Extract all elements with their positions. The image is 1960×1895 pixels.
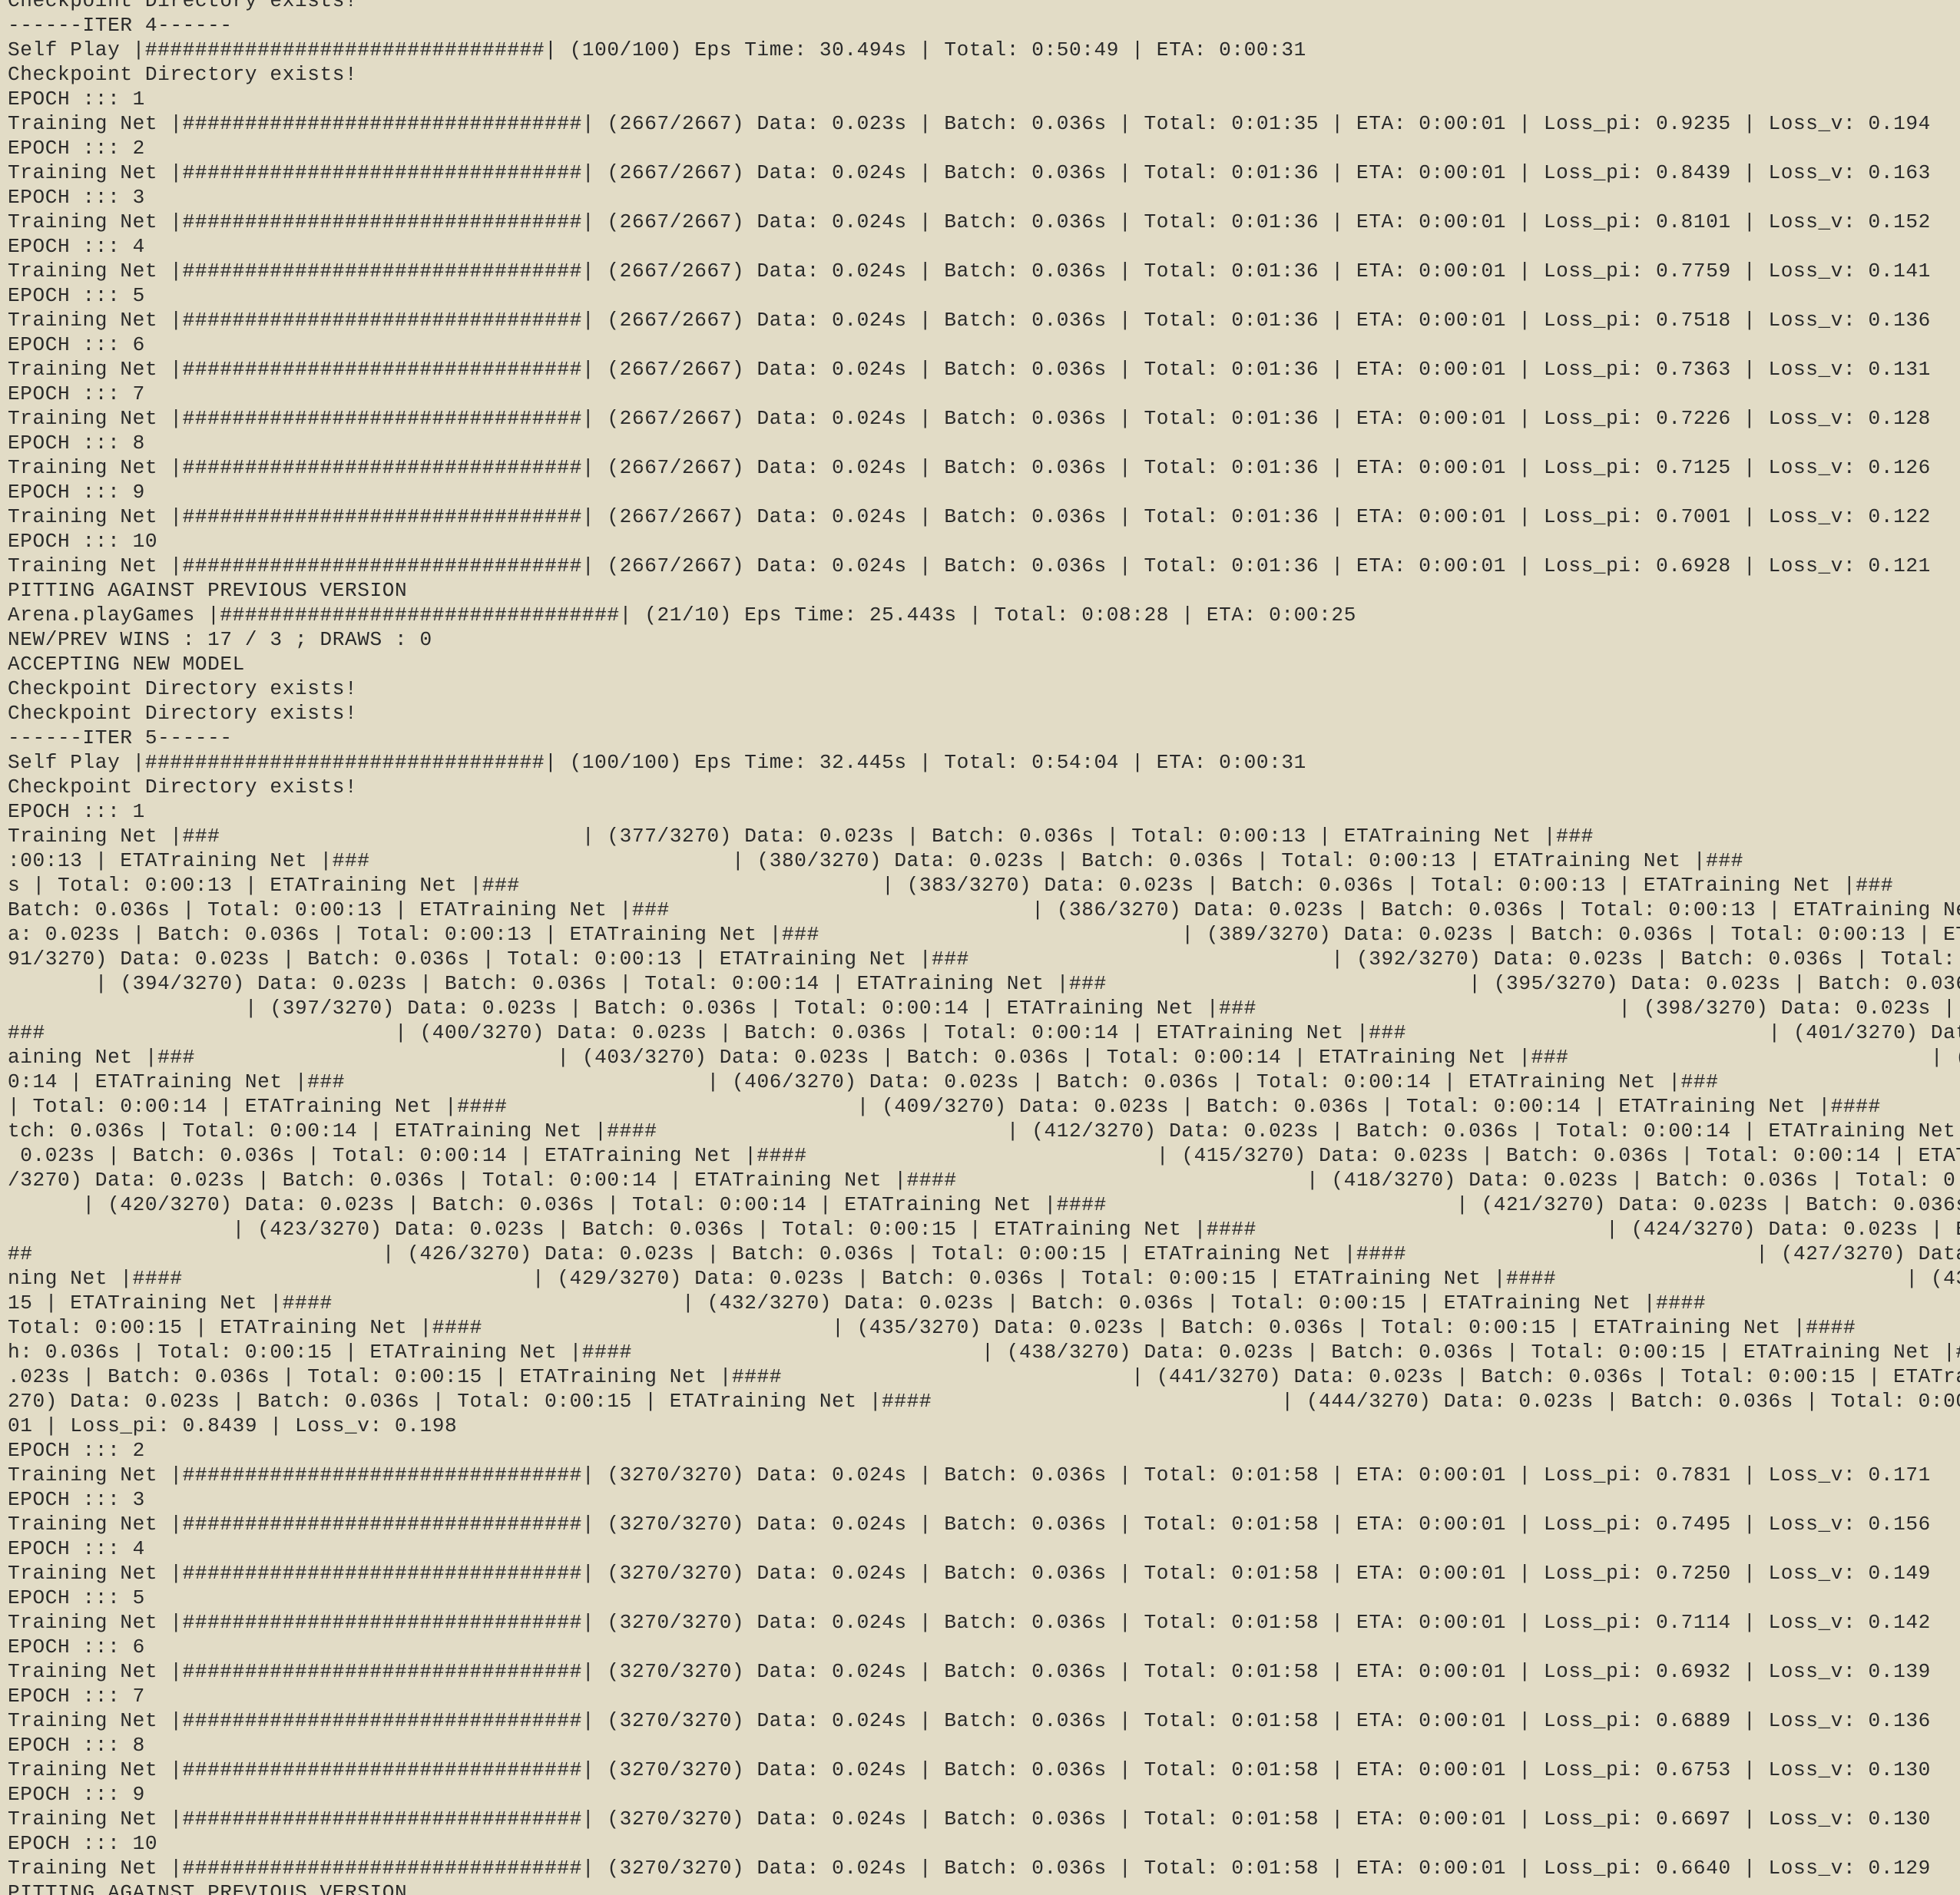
terminal-line: | (397/3270) Data: 0.023s | Batch: 0.036…: [8, 997, 1960, 1020]
terminal-line: EPOCH ::: 6: [8, 1635, 145, 1659]
terminal-line: Arena.playGames |#######################…: [8, 604, 1356, 627]
terminal-line: Training Net |##########################…: [8, 1807, 1931, 1831]
terminal-line: EPOCH ::: 1: [8, 88, 145, 111]
terminal-line: ------ITER 4------: [8, 14, 233, 37]
terminal-line: Training Net |##########################…: [8, 1660, 1931, 1683]
terminal-line: PITTING AGAINST PREVIOUS VERSION: [8, 1881, 408, 1895]
terminal-line: Batch: 0.036s | Total: 0:00:13 | ETATrai…: [8, 898, 1960, 921]
terminal-line: :00:13 | ETATraining Net |### | (380/327…: [8, 849, 1743, 872]
terminal-line: PITTING AGAINST PREVIOUS VERSION: [8, 579, 408, 602]
terminal-line: Training Net |##########################…: [8, 456, 1931, 479]
terminal-line: tch: 0.036s | Total: 0:00:14 | ETATraini…: [8, 1119, 1960, 1143]
terminal-line: | Total: 0:00:14 | ETATraining Net |####…: [8, 1095, 1881, 1118]
terminal-line: Training Net |##########################…: [8, 505, 1931, 528]
terminal-line: EPOCH ::: 8: [8, 432, 145, 455]
terminal-line: 15 | ETATraining Net |#### | (432/3270) …: [8, 1291, 1707, 1315]
terminal-line: Training Net |##########################…: [8, 407, 1931, 430]
terminal-line: | (423/3270) Data: 0.023s | Batch: 0.036…: [8, 1218, 1960, 1241]
terminal-line: Training Net |##########################…: [8, 1513, 1931, 1536]
terminal-line: EPOCH ::: 10: [8, 1832, 158, 1855]
terminal-line: EPOCH ::: 2: [8, 137, 145, 160]
terminal-line: ### | (400/3270) Data: 0.023s | Batch: 0…: [8, 1021, 1960, 1044]
terminal-line: Training Net |##########################…: [8, 112, 1931, 135]
terminal-line: Checkpoint Directory exists!: [8, 0, 358, 12]
terminal-line: aining Net |### | (403/3270) Data: 0.023…: [8, 1046, 1960, 1069]
terminal-line: ------ITER 5------: [8, 726, 233, 749]
terminal-line: Training Net |##########################…: [8, 1758, 1931, 1781]
terminal-line: 0.023s | Batch: 0.036s | Total: 0:00:14 …: [8, 1144, 1960, 1167]
terminal-line: EPOCH ::: 4: [8, 1537, 145, 1560]
terminal-line: /3270) Data: 0.023s | Batch: 0.036s | To…: [8, 1169, 1960, 1192]
terminal-line: Checkpoint Directory exists!: [8, 677, 358, 700]
terminal-line: Training Net |##########################…: [8, 554, 1931, 577]
terminal-line: EPOCH ::: 7: [8, 1685, 145, 1708]
terminal-line: ning Net |#### | (429/3270) Data: 0.023s…: [8, 1267, 1960, 1290]
terminal-line: EPOCH ::: 2: [8, 1439, 145, 1462]
terminal-line: a: 0.023s | Batch: 0.036s | Total: 0:00:…: [8, 923, 1960, 946]
terminal-line: EPOCH ::: 4: [8, 235, 145, 258]
terminal-line: Total: 0:00:15 | ETATraining Net |#### |…: [8, 1316, 1856, 1339]
terminal-line: Checkpoint Directory exists!: [8, 702, 358, 725]
terminal-line: Training Net |##########################…: [8, 309, 1931, 332]
terminal-line: Training Net |##########################…: [8, 260, 1931, 283]
terminal-line: EPOCH ::: 9: [8, 481, 145, 504]
terminal-line: Training Net |##########################…: [8, 1562, 1931, 1585]
terminal-line: EPOCH ::: 5: [8, 284, 145, 307]
terminal-line: EPOCH ::: 3: [8, 186, 145, 209]
terminal-line: Training Net |##########################…: [8, 210, 1931, 233]
terminal-line: Self Play |#############################…: [8, 38, 1306, 61]
terminal-line: Training Net |### | (377/3270) Data: 0.0…: [8, 825, 1960, 848]
terminal-line: 270) Data: 0.023s | Batch: 0.036s | Tota…: [8, 1390, 1960, 1413]
terminal-line: EPOCH ::: 5: [8, 1586, 145, 1609]
terminal-line: EPOCH ::: 9: [8, 1783, 145, 1806]
terminal-line: Training Net |##########################…: [8, 1709, 1931, 1732]
terminal-window[interactable]: Checkpoint Directory exists! ------ITER 4…: [0, 0, 1960, 1895]
terminal-line: EPOCH ::: 6: [8, 333, 145, 356]
terminal-line: Training Net |##########################…: [8, 1463, 1931, 1487]
terminal-line: 0:14 | ETATraining Net |### | (406/3270)…: [8, 1070, 1719, 1093]
terminal-line: Self Play |#############################…: [8, 751, 1306, 774]
terminal-line: h: 0.036s | Total: 0:00:15 | ETATraining…: [8, 1341, 1960, 1364]
terminal-line: Training Net |##########################…: [8, 358, 1931, 381]
terminal-output: Checkpoint Directory exists! ------ITER 4…: [8, 0, 1960, 1895]
terminal-line: EPOCH ::: 1: [8, 800, 145, 823]
terminal-line: 01 | Loss_pi: 0.8439 | Loss_v: 0.198: [8, 1414, 458, 1437]
terminal-line: 91/3270) Data: 0.023s | Batch: 0.036s | …: [8, 948, 1960, 971]
terminal-line: EPOCH ::: 8: [8, 1734, 145, 1757]
terminal-line: EPOCH ::: 10: [8, 530, 158, 553]
terminal-line: EPOCH ::: 7: [8, 382, 145, 405]
terminal-line: .023s | Batch: 0.036s | Total: 0:00:15 |…: [8, 1365, 1960, 1388]
terminal-line: ACCEPTING NEW MODEL: [8, 653, 245, 676]
terminal-line: ## | (426/3270) Data: 0.023s | Batch: 0.…: [8, 1242, 1960, 1265]
terminal-line: Checkpoint Directory exists!: [8, 63, 358, 86]
terminal-line: s | Total: 0:00:13 | ETATraining Net |##…: [8, 874, 1894, 897]
terminal-line: Checkpoint Directory exists!: [8, 776, 358, 799]
terminal-line: Training Net |##########################…: [8, 1611, 1931, 1634]
terminal-line: Training Net |##########################…: [8, 1857, 1931, 1880]
terminal-line: NEW/PREV WINS : 17 / 3 ; DRAWS : 0: [8, 628, 432, 651]
terminal-line: EPOCH ::: 3: [8, 1488, 145, 1511]
terminal-line: Training Net |##########################…: [8, 161, 1931, 184]
terminal-line: | (420/3270) Data: 0.023s | Batch: 0.036…: [8, 1193, 1960, 1216]
terminal-line: | (394/3270) Data: 0.023s | Batch: 0.036…: [8, 972, 1960, 995]
